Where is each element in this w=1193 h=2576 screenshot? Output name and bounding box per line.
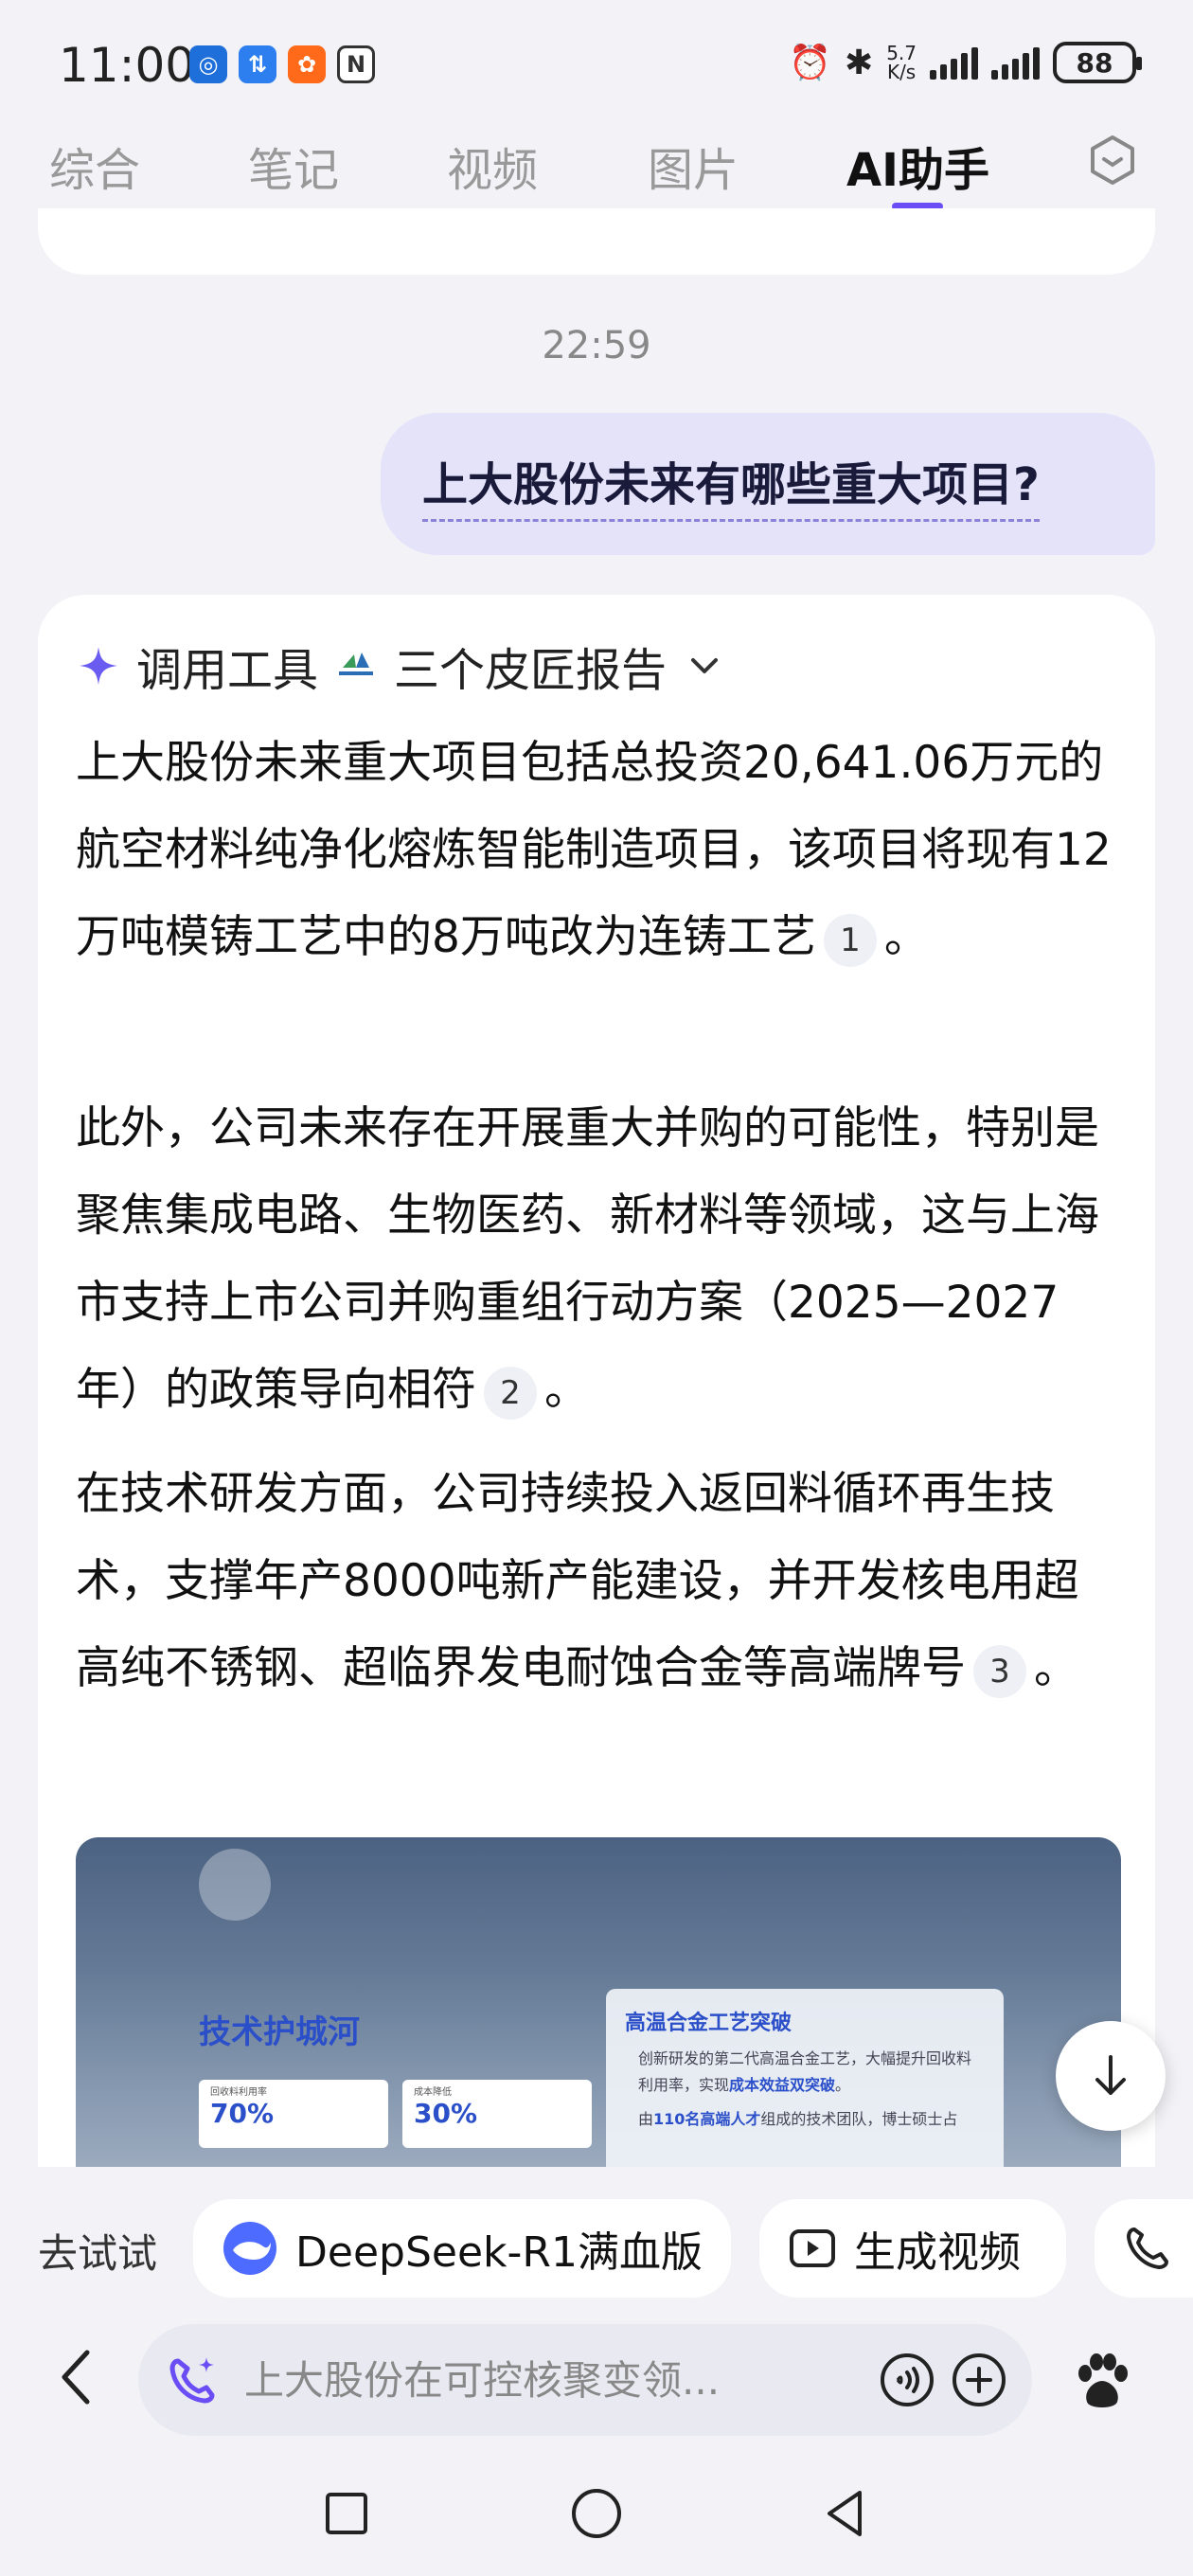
answer-paragraph-2: 此外，公司未来存在开展重大并购的可能性，特别是聚焦集成电路、生物医药、新材料等领… <box>76 1085 1117 1434</box>
panel-line-2-c: 组成的技术团队，博士硕士占 <box>760 2110 958 2128</box>
hexagon-menu-icon[interactable] <box>1085 133 1140 188</box>
answer-paragraph-1-end: 。 <box>883 911 929 963</box>
system-navigation-bar <box>0 2457 1193 2576</box>
video-play-icon <box>790 2229 835 2267</box>
clock: 11:00 <box>59 38 196 93</box>
stat-2-value: 30% <box>414 2098 478 2129</box>
report-source-logo-icon <box>333 643 379 689</box>
answer-paragraph-3-end: 。 <box>1034 1642 1078 1694</box>
back-triangle-icon[interactable] <box>816 2485 873 2542</box>
app-notification-icon-2: ✿ <box>288 45 326 83</box>
alarm-icon: ⏰ <box>789 44 832 82</box>
stat-box-1: 回收料利用率 70% <box>199 2080 388 2148</box>
home-circle-icon[interactable] <box>568 2485 625 2542</box>
image-panel-line-2: 由110名高端人才组成的技术团队，博士硕士占 <box>625 2106 985 2133</box>
chip-call-partial[interactable] <box>1095 2199 1193 2298</box>
bluetooth-icon: ✱ <box>845 43 874 82</box>
tab-notes[interactable]: 笔记 <box>248 133 339 199</box>
scroll-to-bottom-button[interactable] <box>1056 2021 1166 2131</box>
citation-1[interactable]: 1 <box>823 913 877 967</box>
tab-general[interactable]: 综合 <box>49 133 140 199</box>
tool-call-row[interactable]: 调用工具 三个皮匠报告 <box>76 633 727 699</box>
panel-line-1-b: 成本效益双突破 <box>729 2076 836 2094</box>
panel-line-2-a: 由 <box>638 2110 654 2128</box>
image-decoration-circle <box>199 1849 271 1921</box>
nfc-icon: N <box>337 45 375 83</box>
answer-paragraph-1: 上大股份未来重大项目包括总投资20,641.06万元的航空材料纯净化熔炼智能制造… <box>76 720 1117 981</box>
previous-message-card <box>38 208 1155 275</box>
answer-paragraph-3: 在技术研发方面，公司持续投入返回料循环再生技术，支撑年产8000吨新产能建设，并… <box>76 1451 1117 1712</box>
ai-call-icon[interactable] <box>163 2350 223 2410</box>
stat-box-2: 成本降低 30% <box>402 2080 592 2148</box>
plus-circle-icon[interactable] <box>951 2352 1007 2408</box>
status-bar: 11:00 ◎ ⇅ ✿ N ⏰ ✱ 5.7 K/s 88 <box>0 0 1193 133</box>
stat-2-label: 成本降低 <box>414 2087 452 2098</box>
network-speed: 5.7 K/s <box>886 42 917 83</box>
signal-icon-2 <box>991 45 1040 80</box>
stat-1-label: 回收料利用率 <box>210 2087 267 2098</box>
answer-paragraph-2-end: 。 <box>544 1364 589 1416</box>
image-panel-title: 高温合金工艺突破 <box>625 2012 792 2035</box>
chip-deepseek[interactable]: DeepSeek-R1满血版 <box>193 2199 731 2298</box>
chat-input-field[interactable] <box>244 2356 864 2404</box>
ai-answer-card: 调用工具 三个皮匠报告 上大股份未来重大项目包括总投资20,641.06万元的航… <box>38 595 1155 2167</box>
input-row <box>0 2311 1193 2443</box>
panel-line-1-c: 。 <box>835 2076 851 2094</box>
back-arrow-icon[interactable] <box>49 2343 106 2411</box>
arrow-down-icon <box>1095 2055 1126 2095</box>
app-notification-icon: ◎ <box>189 45 227 83</box>
answer-paragraph-3-text: 在技术研发方面，公司持续投入返回料循环再生技术，支撑年产8000吨新产能建设，并… <box>76 1468 1079 1694</box>
try-label: 去试试 <box>38 2230 158 2277</box>
chevron-down-icon <box>691 658 719 673</box>
transfer-notification-icon: ⇅ <box>239 45 276 83</box>
citation-3[interactable]: 3 <box>973 1644 1026 1698</box>
report-preview-image[interactable]: 技术护城河 回收料利用率 70% 成本降低 30% 高温合金工艺突破 创新研发的… <box>76 1837 1121 2167</box>
battery-icon: 88 <box>1053 42 1142 83</box>
chip-generate-video[interactable]: 生成视频 <box>759 2199 1066 2298</box>
panel-line-2-b: 110名高端人才 <box>653 2110 761 2128</box>
tool-call-label: 调用工具 <box>136 644 319 697</box>
voice-wave-icon[interactable] <box>879 2352 935 2408</box>
message-timestamp: 22:59 <box>542 324 651 367</box>
tab-videos[interactable]: 视频 <box>447 133 538 199</box>
baidu-paw-icon[interactable] <box>1068 2349 1136 2417</box>
phone-sparkle-icon <box>1127 2227 1168 2269</box>
notification-icons: ◎ ⇅ ✿ N <box>189 45 375 83</box>
citation-2[interactable]: 2 <box>484 1366 537 1420</box>
signal-icon <box>930 45 978 80</box>
system-status: ⏰ ✱ 5.7 K/s 88 <box>789 42 1142 83</box>
deepseek-whale-icon <box>223 2222 276 2275</box>
tab-ai-assistant[interactable]: AI助手 <box>846 133 989 199</box>
stat-1-value: 70% <box>210 2098 275 2129</box>
recent-apps-square-icon[interactable] <box>318 2485 375 2542</box>
user-message-bubble[interactable]: 上大股份未来有哪些重大项目? <box>381 413 1155 555</box>
image-info-panel: 高温合金工艺突破 创新研发的第二代高温合金工艺，大幅提升回收料利用率，实现成本效… <box>606 1989 1004 2167</box>
tab-images[interactable]: 图片 <box>648 133 739 199</box>
image-title: 技术护城河 <box>199 2013 360 2051</box>
battery-level: 88 <box>1076 46 1113 79</box>
answer-paragraph-1-text: 上大股份未来重大项目包括总投资20,641.06万元的航空材料纯净化熔炼智能制造… <box>76 737 1112 963</box>
suggestion-bar: 去试试 DeepSeek-R1满血版 生成视频 <box>0 2169 1193 2330</box>
chip-deepseek-label: DeepSeek-R1满血版 <box>295 2228 703 2277</box>
chip-generate-video-label: 生成视频 <box>854 2228 1021 2277</box>
image-panel-line-1: 创新研发的第二代高温合金工艺，大幅提升回收料利用率，实现成本效益双突破。 <box>625 2046 985 2099</box>
sparkle-icon <box>80 647 117 685</box>
chat-input-box[interactable] <box>138 2324 1032 2436</box>
tool-source-name: 三个皮匠报告 <box>394 644 668 697</box>
user-message-text: 上大股份未来有哪些重大项目? <box>422 447 1040 522</box>
